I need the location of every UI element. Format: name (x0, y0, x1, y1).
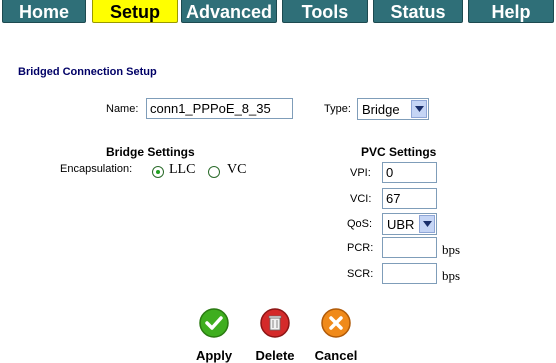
vci-label: VCI: (350, 193, 372, 205)
type-select[interactable]: Bridge (357, 98, 429, 120)
qos-select[interactable]: UBR (382, 213, 437, 235)
pcr-unit: bps (442, 242, 461, 257)
encapsulation-label: Encapsulation: (60, 163, 133, 175)
bridge-settings-heading: Bridge Settings (106, 145, 195, 159)
vc-label: VC (227, 162, 247, 177)
tab-help[interactable]: Help (468, 0, 554, 23)
pcr-label: PCR: (347, 242, 374, 254)
scr-label: SCR: (347, 268, 374, 280)
page-title: Bridged Connection Setup (18, 66, 157, 78)
trash-icon (259, 307, 291, 339)
pvc-settings-heading: PVC Settings (361, 145, 437, 159)
vc-radio[interactable] (208, 166, 220, 178)
chevron-down-icon (419, 215, 435, 233)
llc-radio[interactable] (152, 166, 164, 178)
delete-button[interactable]: Delete (245, 307, 305, 363)
vci-input[interactable] (382, 188, 437, 209)
name-input[interactable] (146, 98, 293, 119)
pcr-input[interactable] (382, 237, 437, 258)
vpi-label: VPI: (350, 167, 371, 179)
tab-status[interactable]: Status (373, 0, 463, 23)
scr-input[interactable] (382, 263, 437, 284)
chevron-down-icon (411, 100, 427, 118)
tab-tools[interactable]: Tools (282, 0, 368, 23)
apply-label: Apply (195, 348, 233, 363)
tab-home[interactable]: Home (2, 0, 86, 23)
qos-label: QoS: (347, 218, 373, 230)
tab-setup[interactable]: Setup (92, 0, 178, 23)
checkmark-icon (198, 307, 230, 339)
tab-advanced[interactable]: Advanced (181, 0, 277, 23)
name-label: Name: (106, 103, 139, 115)
vpi-input[interactable] (382, 162, 437, 183)
nav-bar: Home Setup Advanced Tools Status Help (0, 0, 556, 24)
x-icon (320, 307, 352, 339)
type-label: Type: (324, 103, 351, 115)
qos-value: UBR (387, 217, 415, 232)
cancel-button[interactable]: Cancel (306, 307, 366, 363)
scr-unit: bps (442, 268, 461, 283)
apply-button[interactable]: Apply (184, 307, 244, 363)
type-value: Bridge (362, 102, 400, 117)
llc-label: LLC (169, 162, 196, 177)
cancel-label: Cancel (314, 348, 358, 363)
delete-label: Delete (255, 348, 295, 363)
